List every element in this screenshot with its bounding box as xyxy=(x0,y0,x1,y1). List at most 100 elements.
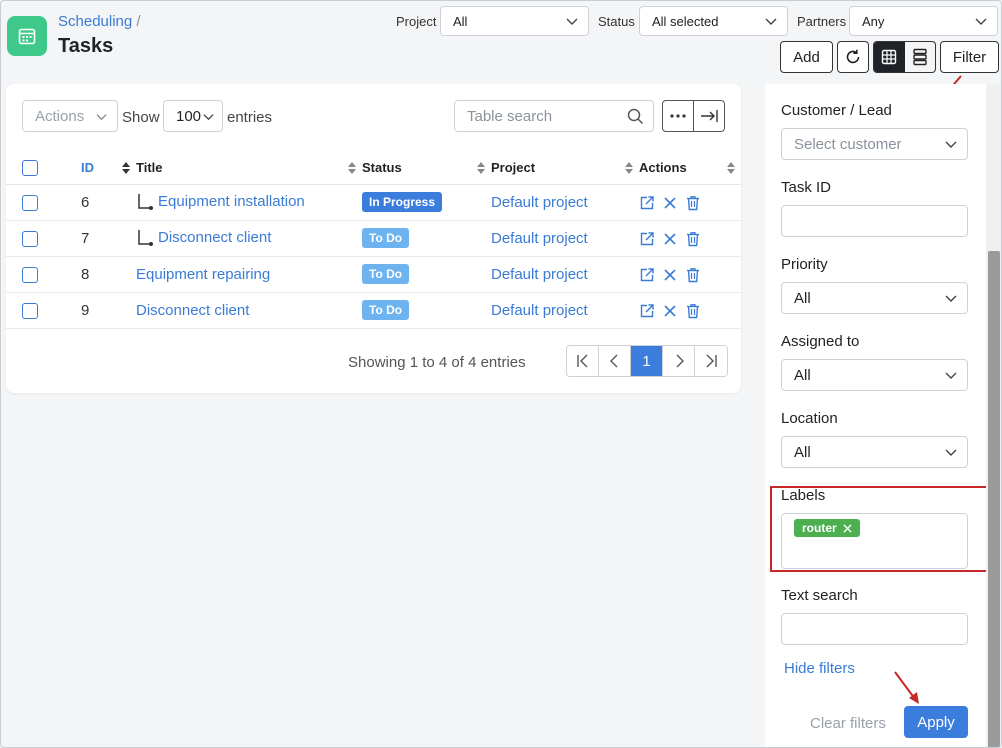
select-all-checkbox[interactable] xyxy=(22,160,38,177)
table-grid-icon xyxy=(882,49,897,65)
priority-select[interactable]: All xyxy=(781,282,968,314)
column-header-project[interactable]: Project xyxy=(491,152,639,185)
row-title-link[interactable]: Equipment repairing xyxy=(136,266,270,283)
column-toggle-button[interactable] xyxy=(693,100,725,132)
scrollbar-thumb[interactable] xyxy=(988,251,1000,747)
status-badge: To Do xyxy=(362,264,410,284)
partners-filter-label: Partners xyxy=(797,14,847,29)
row-title-cell: Equipment repairing xyxy=(136,256,362,293)
sort-icon xyxy=(477,162,485,174)
open-external-icon[interactable] xyxy=(639,195,655,211)
arrow-to-right-icon xyxy=(701,110,718,122)
row-project-cell: Default project xyxy=(491,220,639,257)
page-title: Tasks xyxy=(58,35,114,57)
close-icon[interactable] xyxy=(663,268,677,282)
column-header-title-label: Title xyxy=(136,160,163,176)
close-icon[interactable] xyxy=(663,196,677,210)
filter-panel: Customer / Lead Select customer Task ID … xyxy=(765,84,1001,747)
assigned-select[interactable]: All xyxy=(781,359,968,391)
row-checkbox[interactable] xyxy=(22,230,38,247)
breadcrumb-scheduling[interactable]: Scheduling xyxy=(58,13,132,30)
open-external-icon[interactable] xyxy=(639,267,655,283)
open-external-icon[interactable] xyxy=(639,231,655,247)
close-icon[interactable] xyxy=(663,304,677,318)
refresh-button[interactable] xyxy=(837,41,869,73)
table-row: 9 Disconnect client To Do Default projec… xyxy=(6,292,741,329)
row-title-link[interactable]: Disconnect client xyxy=(158,229,271,246)
customer-select[interactable]: Select customer xyxy=(781,128,968,160)
last-page-button[interactable] xyxy=(695,346,727,376)
trash-icon[interactable] xyxy=(685,231,701,247)
chevron-down-icon xyxy=(945,449,957,456)
assigned-select-value: All xyxy=(794,367,811,384)
row-project-link[interactable]: Default project xyxy=(491,230,588,247)
column-header-title[interactable]: Title xyxy=(136,152,362,185)
task-id-input[interactable] xyxy=(781,205,968,237)
last-page-icon xyxy=(706,354,717,368)
bulk-actions-select[interactable]: Actions xyxy=(22,100,118,132)
row-checkbox[interactable] xyxy=(22,302,38,319)
add-button[interactable]: Add xyxy=(780,41,833,73)
first-page-icon xyxy=(576,354,587,368)
status-select[interactable]: All selected xyxy=(639,6,788,36)
project-select-value: All xyxy=(453,14,468,29)
filter-panel-scrollbar[interactable] xyxy=(986,84,1001,747)
page-button-current[interactable]: 1 xyxy=(631,346,663,376)
sort-icon xyxy=(727,162,735,174)
assigned-filter-label: Assigned to xyxy=(781,333,860,350)
row-title-cell: Disconnect client xyxy=(136,220,362,257)
open-external-icon[interactable] xyxy=(639,303,655,319)
customer-select-placeholder: Select customer xyxy=(794,136,902,153)
row-title-link[interactable]: Disconnect client xyxy=(136,302,249,319)
row-id: 8 xyxy=(81,256,136,293)
row-select-cell xyxy=(6,184,81,221)
card-view-button[interactable] xyxy=(905,42,936,72)
tasks-table-card: Actions Show 100 entries Table search ID xyxy=(6,84,741,393)
row-title-cell: Equipment installation xyxy=(136,184,362,221)
row-checkbox[interactable] xyxy=(22,266,38,283)
filter-button[interactable]: Filter xyxy=(940,41,999,73)
row-actions-cell xyxy=(639,184,741,221)
first-page-button[interactable] xyxy=(567,346,599,376)
column-header-status[interactable]: Status xyxy=(362,152,491,185)
row-checkbox[interactable] xyxy=(22,194,38,211)
project-filter-label: Project xyxy=(396,14,437,29)
column-header-id[interactable]: ID xyxy=(81,152,136,185)
task-id-filter-label: Task ID xyxy=(781,179,832,196)
chevron-down-icon xyxy=(96,114,107,121)
more-options-button[interactable] xyxy=(662,100,694,132)
column-header-actions[interactable]: Actions xyxy=(639,152,741,185)
clear-filters-button[interactable]: Clear filters xyxy=(810,715,886,732)
trash-icon[interactable] xyxy=(685,267,701,283)
status-filter-label: Status xyxy=(598,14,635,29)
pagination: 1 xyxy=(566,345,728,377)
trash-icon[interactable] xyxy=(685,195,701,211)
view-toggle xyxy=(873,41,936,73)
partners-select[interactable]: Any xyxy=(849,6,998,36)
row-actions-cell xyxy=(639,256,741,293)
apply-button[interactable]: Apply xyxy=(904,706,968,738)
entries-per-page-select[interactable]: 100 xyxy=(163,100,223,132)
location-filter-label: Location xyxy=(781,410,838,427)
close-icon[interactable] xyxy=(663,232,677,246)
hide-filters-link[interactable]: Hide filters xyxy=(784,660,855,677)
breadcrumb-separator: / xyxy=(136,13,141,30)
row-project-link[interactable]: Default project xyxy=(491,266,588,283)
row-title-link[interactable]: Equipment installation xyxy=(158,193,305,210)
chevron-left-icon xyxy=(609,354,617,368)
remove-tag-icon[interactable] xyxy=(843,523,852,533)
row-project-link[interactable]: Default project xyxy=(491,302,588,319)
status-badge: In Progress xyxy=(362,192,443,212)
grid-view-button[interactable] xyxy=(874,42,905,72)
chevron-down-icon xyxy=(765,18,777,25)
project-select[interactable]: All xyxy=(440,6,589,36)
labels-input[interactable]: router xyxy=(781,513,968,569)
column-header-status-label: Status xyxy=(362,160,402,176)
text-search-input[interactable] xyxy=(781,613,968,645)
row-project-link[interactable]: Default project xyxy=(491,194,588,211)
table-search-input[interactable]: Table search xyxy=(454,100,654,132)
trash-icon[interactable] xyxy=(685,303,701,319)
location-select[interactable]: All xyxy=(781,436,968,468)
next-page-button[interactable] xyxy=(663,346,695,376)
previous-page-button[interactable] xyxy=(599,346,631,376)
